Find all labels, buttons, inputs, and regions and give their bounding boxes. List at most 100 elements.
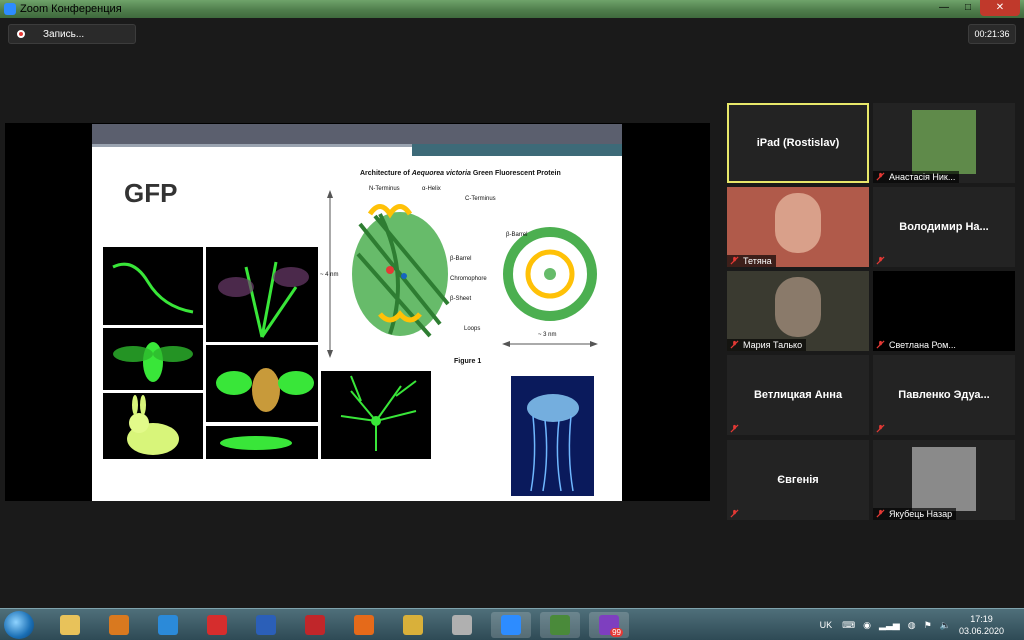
label-c-terminus: C-Terminus — [465, 196, 496, 202]
clock-date: 03.06.2020 — [958, 626, 1004, 636]
label-size-3nm: ~ 3 nm — [538, 332, 557, 338]
beta-barrel-top-view — [503, 227, 597, 321]
zoom-icon — [501, 615, 521, 635]
participant-tile[interactable]: Ветлицкая Анна — [727, 355, 869, 435]
explorer-icon — [60, 615, 80, 635]
meeting-timer: 00:21:36 — [968, 24, 1016, 44]
slide-header-bar — [92, 124, 622, 144]
video-reel-icon — [452, 615, 472, 635]
participant-tile[interactable]: Мария Талько — [727, 271, 869, 351]
taskbar-teamviewer[interactable] — [148, 612, 188, 638]
viber-tray-icon[interactable]: ◍ — [908, 620, 916, 631]
figure-title-species: Aequorea victoria — [411, 170, 471, 177]
participant-tile[interactable]: iPad (Rostislav) — [727, 103, 869, 183]
taskbar-word[interactable] — [246, 612, 286, 638]
volume-icon[interactable]: 🔈 — [940, 620, 951, 631]
monitor-icon — [550, 615, 570, 635]
gfp-fly-photo — [103, 328, 203, 390]
maximize-button[interactable]: □ — [956, 0, 980, 16]
viber-badge: 99 — [610, 628, 623, 637]
taskbar-explorer[interactable] — [50, 612, 90, 638]
window-title-bar: Zoom Конференция — □ ✕ — [0, 0, 1024, 18]
slide-header-stripe — [92, 144, 412, 147]
clock-time: 17:19 — [970, 614, 993, 624]
gfp-neuron-photo — [321, 371, 431, 459]
system-tray: UK ⌨ ◉ ▂▃▅ ◍ ⚑ 🔈 17:19 03.06.2020 — [820, 609, 1020, 640]
record-icon — [17, 30, 25, 38]
taskbar-pdf-reader[interactable] — [295, 612, 335, 638]
taskbar-disk-tool[interactable] — [393, 612, 433, 638]
pdf-reader-icon — [305, 615, 325, 635]
gfp-plant-photo — [206, 247, 318, 342]
jellyfish-photo — [511, 376, 594, 496]
participant-video — [775, 193, 821, 253]
participant-avatar — [912, 447, 976, 511]
label-beta-barrel: β-Barrel — [450, 256, 472, 262]
muted-mic-icon — [730, 256, 739, 265]
label-alpha-helix: α-Helix — [422, 186, 441, 192]
muted-mic-icon — [730, 509, 739, 518]
participant-name: Ветлицкая Анна — [753, 389, 843, 401]
muted-mic-icon — [730, 340, 739, 349]
label-beta-sheet: β-Sheet — [450, 296, 472, 302]
keyboard-icon[interactable]: ⌨ — [842, 620, 855, 631]
participant-tile[interactable]: Павленко Эдуа... — [873, 355, 1015, 435]
media-player-icon — [109, 615, 129, 635]
label-chromophore: Chromophore — [450, 276, 487, 282]
clock[interactable]: 17:19 03.06.2020 — [959, 613, 1004, 637]
recording-button[interactable]: Запись... — [8, 24, 136, 44]
window-title: Zoom Конференция — [20, 3, 122, 15]
gfp-mice-photo — [206, 345, 318, 422]
language-indicator[interactable]: UK — [820, 620, 833, 630]
slide-header-accent — [412, 144, 622, 156]
participant-tile[interactable]: Анастасія Ник... — [873, 103, 1015, 183]
label-loops: Loops — [464, 326, 481, 332]
participant-name: Анастасія Ник... — [873, 171, 960, 183]
taskbar-opera[interactable] — [197, 612, 237, 638]
taskbar-monitor[interactable] — [540, 612, 580, 638]
taskbar-viber[interactable]: 99 — [589, 612, 629, 638]
participant-tile[interactable]: Якубець Назар — [873, 440, 1015, 520]
label-beta-barrel-top: β-Barrel — [506, 232, 528, 238]
participant-tile[interactable]: Євгенія — [727, 440, 869, 520]
figure-title: Architecture of Aequorea victoria Green … — [360, 170, 561, 177]
figure-title-pre: Architecture of — [360, 170, 412, 177]
taskbar-firefox[interactable] — [344, 612, 384, 638]
beta-barrel-side-view — [352, 204, 450, 338]
zoom-app-icon — [4, 3, 16, 15]
recording-label: Запись... — [43, 28, 85, 40]
gfp-rabbit-photo — [103, 393, 203, 459]
slide-title: GFP — [124, 178, 178, 208]
firefox-icon — [354, 615, 374, 635]
start-button[interactable] — [4, 611, 34, 639]
participant-tile[interactable]: Светлана Ром... — [873, 271, 1015, 351]
participant-avatar — [912, 110, 976, 174]
gfp-structure-diagram — [320, 184, 620, 364]
disk-tool-icon — [403, 615, 423, 635]
participant-video — [775, 277, 821, 337]
figure-caption: Figure 1 — [454, 358, 482, 365]
participant-name: Володимир На... — [899, 221, 989, 233]
skype-tray-icon[interactable]: ◉ — [863, 620, 871, 631]
muted-mic-icon — [876, 509, 885, 518]
network-icon[interactable]: ▂▃▅ — [879, 620, 900, 631]
participant-name: Євгенія — [777, 474, 819, 486]
participant-name: Светлана Ром... — [873, 339, 960, 351]
taskbar-media-player[interactable] — [99, 612, 139, 638]
opera-icon — [207, 615, 227, 635]
participant-name: Якубець Назар — [873, 508, 957, 520]
taskbar-video-reel[interactable] — [442, 612, 482, 638]
figure-title-post: Green Fluorescent Protein — [470, 170, 561, 177]
participant-tile[interactable]: Тетяна — [727, 187, 869, 267]
word-icon — [256, 615, 276, 635]
close-button[interactable]: ✕ — [980, 0, 1020, 16]
label-size-4nm: ~ 4 nm — [320, 272, 339, 278]
window-controls: — □ ✕ — [932, 0, 1020, 16]
participant-name: Павленко Эдуа... — [898, 389, 990, 401]
participant-tile[interactable]: Володимир На... — [873, 187, 1015, 267]
teamviewer-icon — [158, 615, 178, 635]
flag-icon[interactable]: ⚑ — [924, 620, 932, 631]
participant-name: iPad (Rostislav) — [756, 137, 840, 149]
taskbar-zoom[interactable] — [491, 612, 531, 638]
minimize-button[interactable]: — — [932, 0, 956, 16]
